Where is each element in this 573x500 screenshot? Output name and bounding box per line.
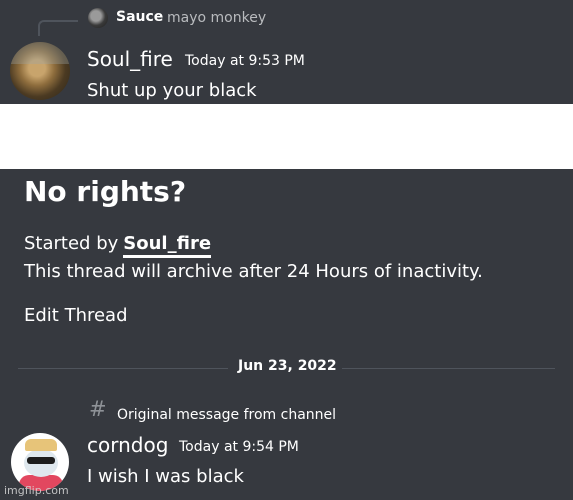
message-text: I wish I was black <box>87 466 244 487</box>
reply-avatar[interactable] <box>88 8 108 28</box>
reply-preview[interactable]: mayo monkey <box>167 10 266 26</box>
started-by-user[interactable]: Soul_fire <box>123 233 212 258</box>
reply-author[interactable]: Sauce <box>116 9 163 25</box>
avatar-hat <box>25 439 57 451</box>
message-timestamp: Today at 9:53 PM <box>185 53 305 69</box>
white-gap <box>0 104 573 169</box>
archive-note: This thread will archive after 24 Hours … <box>24 261 483 282</box>
avatar-sky <box>10 42 70 64</box>
top-message-panel: Sauce mayo monkey Soul_fire Today at 9:5… <box>0 0 573 104</box>
message-timestamp: Today at 9:54 PM <box>179 439 299 455</box>
avatar-glasses <box>27 457 55 464</box>
avatar[interactable] <box>10 42 70 100</box>
date-divider-right <box>342 368 555 369</box>
hash-icon: # <box>89 397 107 421</box>
thread-panel: No rights? Started by Soul_fire This thre… <box>0 169 573 500</box>
original-message-link[interactable]: Original message from channel <box>117 407 336 423</box>
message-author[interactable]: Soul_fire <box>87 47 173 71</box>
date-divider: Jun 23, 2022 <box>238 358 337 374</box>
date-divider-left <box>18 368 228 369</box>
avatar[interactable] <box>11 433 69 491</box>
edit-thread-button[interactable]: Edit Thread <box>24 305 128 326</box>
thread-started-by: Started by Soul_fire <box>24 233 212 258</box>
message-author[interactable]: corndog <box>87 433 168 457</box>
started-by-label: Started by <box>24 233 119 254</box>
reply-spine <box>38 20 78 36</box>
watermark: imgflip.com <box>4 484 69 497</box>
thread-title: No rights? <box>24 175 187 208</box>
message-text: Shut up your black <box>87 80 257 101</box>
